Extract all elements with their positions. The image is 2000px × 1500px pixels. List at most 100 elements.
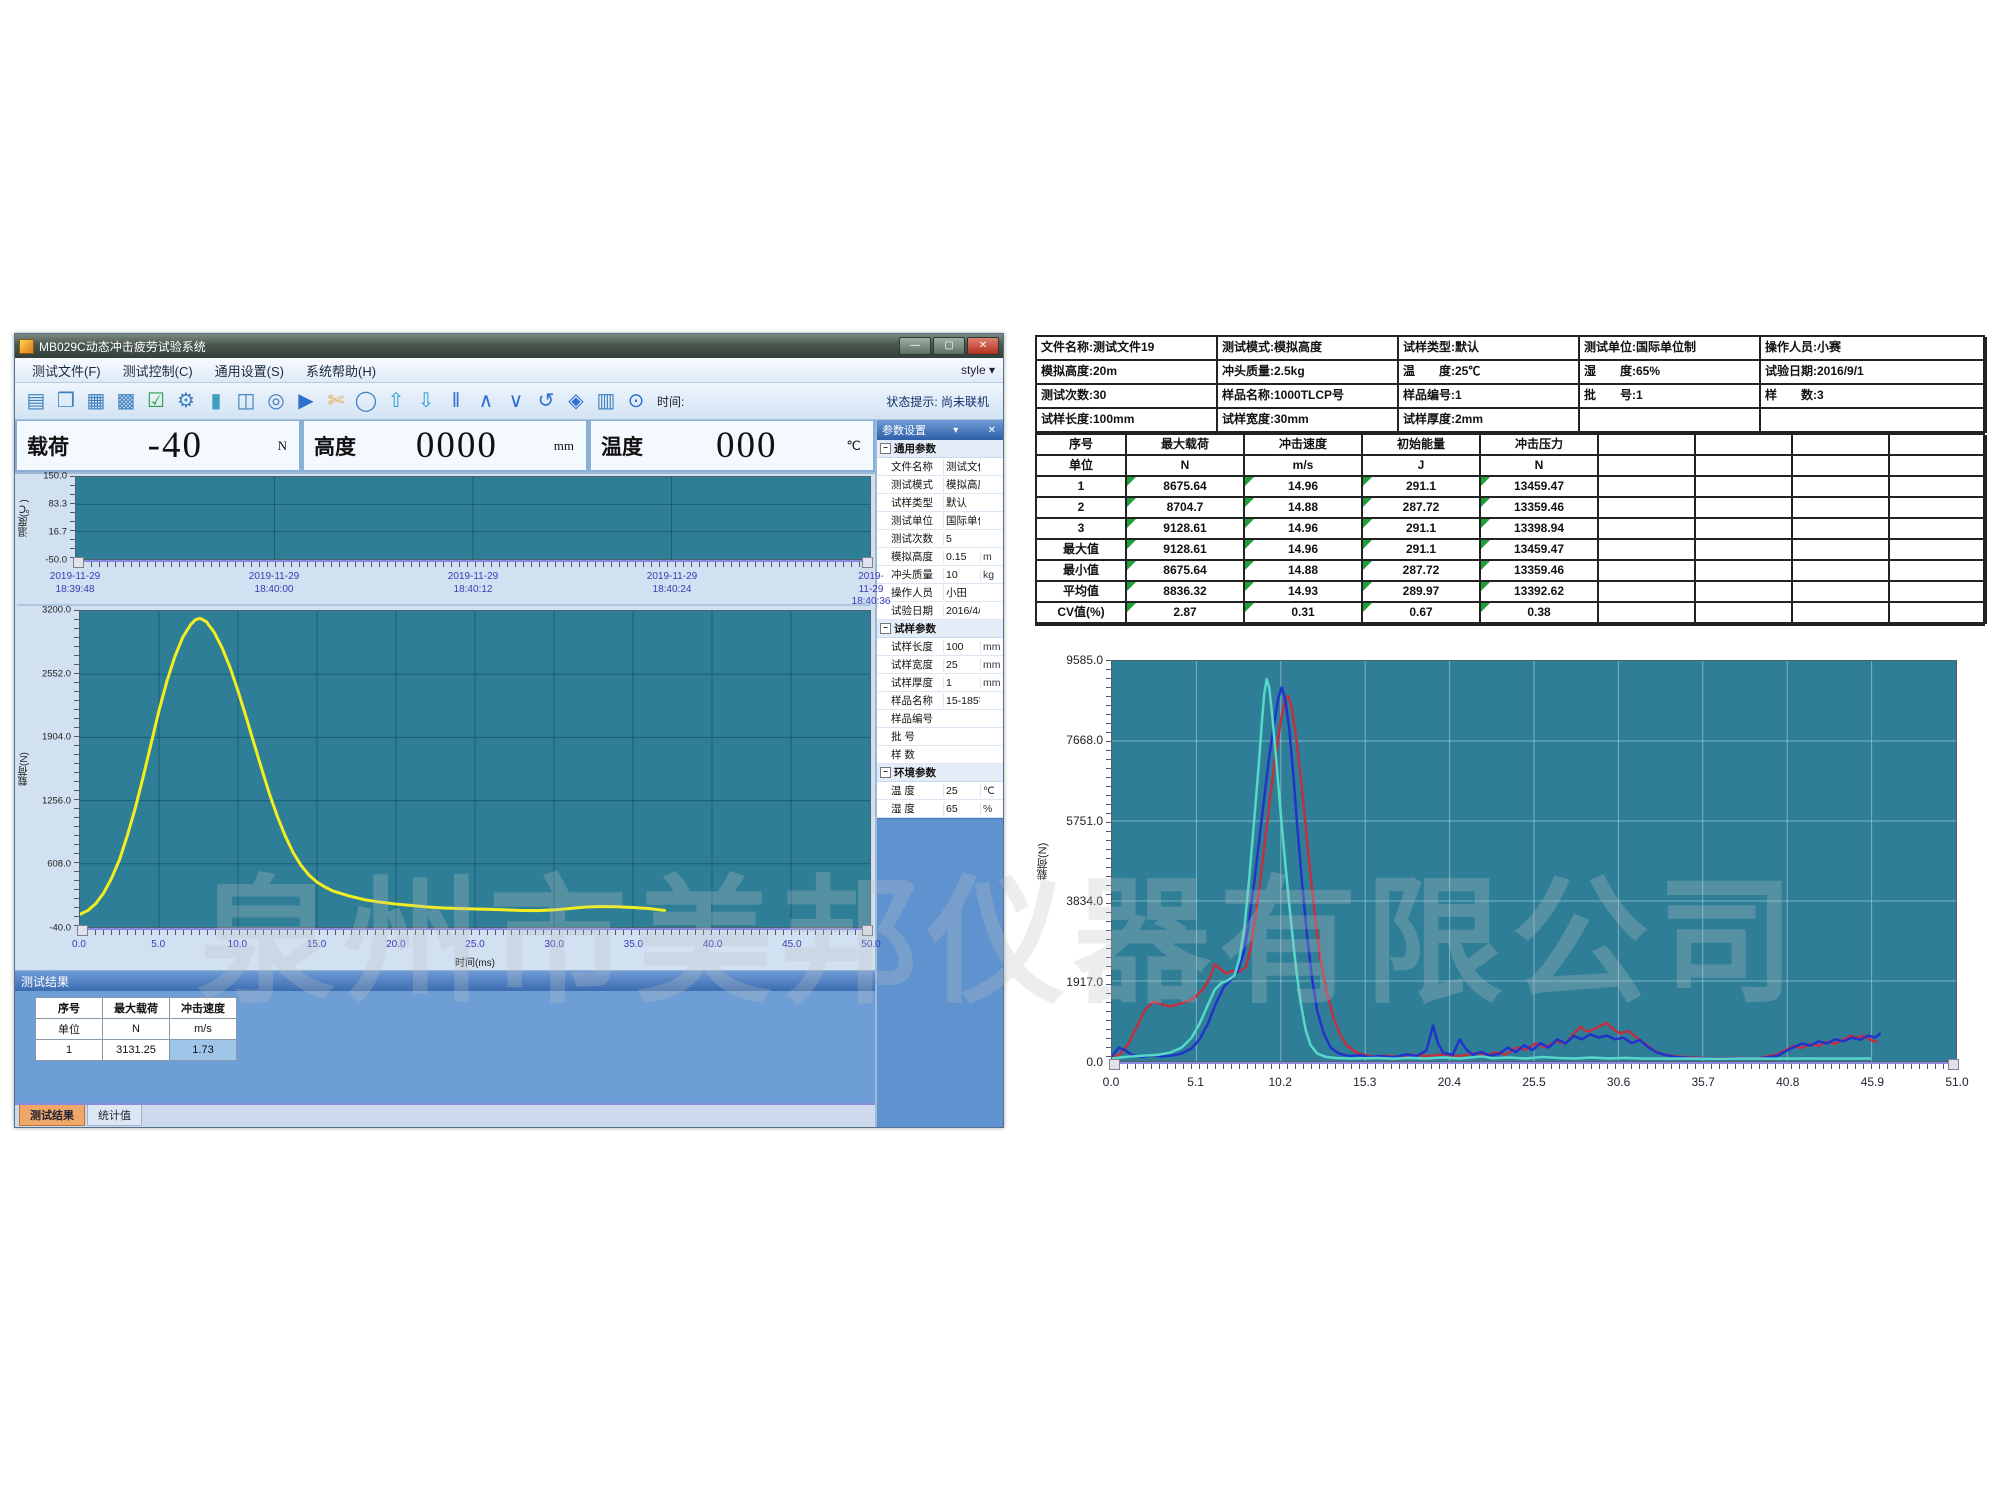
power-icon[interactable]: ⊙	[621, 387, 651, 415]
parameter-row: 测试模式模拟高度	[877, 476, 1003, 494]
report-table-cell: 8836.32	[1127, 582, 1245, 603]
report-table-cell	[1890, 603, 1987, 624]
report-chart-plot	[1111, 660, 1957, 1062]
parameter-value[interactable]: 默认	[943, 495, 980, 510]
report-table-cell	[1793, 456, 1890, 477]
bottom-tab-bar: 测试结果统计值	[15, 1103, 875, 1127]
save-file-icon[interactable]: ▦	[81, 387, 111, 415]
collapse-icon[interactable]: −	[880, 443, 891, 454]
style-dropdown[interactable]: style ▾	[961, 363, 995, 377]
report-table-cell: 1	[1037, 477, 1127, 498]
close-icon[interactable]: ✕	[986, 425, 998, 436]
parameter-value[interactable]: 0.15	[943, 551, 980, 563]
report-table-cell	[1793, 603, 1890, 624]
report-table-cell: 8704.7	[1127, 498, 1245, 519]
results-cell[interactable]: 1.73	[170, 1040, 237, 1061]
y-tick-label: 16.7	[49, 527, 68, 538]
parameter-label: 试样长度	[877, 639, 943, 654]
parameter-value[interactable]: 模拟高度	[943, 477, 980, 492]
collapse-icon[interactable]: −	[880, 767, 891, 778]
parameter-value[interactable]: 5	[943, 533, 980, 545]
results-cell[interactable]: 3131.25	[103, 1040, 170, 1061]
load-chart-axis	[79, 928, 871, 938]
close-button[interactable]: ✕	[967, 337, 999, 355]
axis-scroll-grip-right[interactable]	[862, 925, 873, 936]
axis-scroll-grip-right[interactable]	[862, 557, 873, 568]
panel-icon[interactable]: ▥	[591, 387, 621, 415]
rise-icon[interactable]: ⇧	[381, 387, 411, 415]
parameter-label: 温 度	[877, 783, 943, 798]
parameter-value[interactable]: 小田	[943, 585, 980, 600]
y-tick-label: 9585.0	[1066, 653, 1103, 667]
parameter-label: 湿 度	[877, 801, 943, 816]
pause-icon[interactable]: ‖	[441, 387, 471, 415]
parameter-value[interactable]: 2016/4/20	[943, 605, 980, 617]
axis-scroll-grip-right[interactable]	[1948, 1059, 1959, 1070]
return-icon[interactable]: ↺	[531, 387, 561, 415]
report-info-cell: 测试单位:国际单位制	[1580, 337, 1761, 361]
parameter-row: 模拟高度0.15m	[877, 548, 1003, 566]
parameter-value[interactable]: 1	[943, 677, 980, 689]
sample-icon[interactable]: ▮	[201, 387, 231, 415]
maximize-button[interactable]: ▢	[933, 337, 965, 355]
open-file-icon[interactable]: ❒	[51, 387, 81, 415]
parameter-label: 模拟高度	[877, 549, 943, 564]
parameter-section-header[interactable]: −试样参数	[877, 620, 1003, 638]
axis-scroll-grip-left[interactable]	[1109, 1059, 1120, 1070]
parameter-value[interactable]: 25	[943, 659, 980, 671]
jog-up-icon[interactable]: ∧	[471, 387, 501, 415]
minimize-button[interactable]: —	[899, 337, 931, 355]
parameter-row: 冲头质量10kg	[877, 566, 1003, 584]
results-cell[interactable]: 1	[36, 1040, 103, 1061]
collapse-icon[interactable]: −	[880, 623, 891, 634]
report-table-cell: 2.87	[1127, 603, 1245, 624]
screenshot-stage: MB029C动态冲击疲劳试验系统 — ▢ ✕ 测试文件(F)测试控制(C)通用设…	[0, 0, 2000, 1500]
clean-icon[interactable]: ✄	[321, 387, 351, 415]
lock-icon[interactable]: ◈	[561, 387, 591, 415]
fall-icon[interactable]: ⇩	[411, 387, 441, 415]
menu-item[interactable]: 测试控制(C)	[114, 359, 202, 382]
report-table-cell: 14.93	[1245, 582, 1363, 603]
menu-item[interactable]: 系统帮助(H)	[297, 359, 385, 382]
parameter-section-header[interactable]: −通用参数	[877, 440, 1003, 458]
tab-测试结果[interactable]: 测试结果	[19, 1105, 85, 1126]
menu-item[interactable]: 通用设置(S)	[206, 359, 293, 382]
tab-统计值[interactable]: 统计值	[87, 1105, 142, 1126]
report-data-table: 序号最大载荷冲击速度初始能量冲击压力单位Nm/sJN18675.6414.962…	[1035, 435, 1985, 626]
x-tick-label: 20.4	[1438, 1075, 1461, 1090]
parameter-section-header[interactable]: −环境参数	[877, 764, 1003, 782]
parameter-value[interactable]: 10	[943, 569, 980, 581]
load-chart-xlabels: 0.05.010.015.020.025.030.035.040.045.050…	[79, 938, 871, 954]
parameter-value[interactable]: 65	[943, 803, 980, 815]
device-check-icon[interactable]: ☑	[141, 387, 171, 415]
zero-adjust-icon[interactable]: ◎	[261, 387, 291, 415]
report-table-cell	[1696, 477, 1793, 498]
report-table-cell: 291.1	[1363, 519, 1481, 540]
axis-scroll-grip-left[interactable]	[73, 557, 84, 568]
menu-item[interactable]: 测试文件(F)	[23, 359, 110, 382]
report-table-cell	[1890, 519, 1987, 540]
parameter-value[interactable]: 25	[943, 785, 980, 797]
parameter-value[interactable]: 测试文件1	[943, 459, 980, 474]
x-tick-label: 35.7	[1692, 1075, 1715, 1090]
axis-scroll-grip-left[interactable]	[77, 925, 88, 936]
jog-down-icon[interactable]: ∨	[501, 387, 531, 415]
pin-icon[interactable]: ▾	[951, 425, 960, 436]
new-file-icon[interactable]: ▤	[21, 387, 51, 415]
parameter-label: 样品编号	[877, 711, 943, 726]
start-test-icon[interactable]: ▶	[291, 387, 321, 415]
x-tick-label: 2019-11-29 18:39:48	[50, 571, 100, 596]
report-table-cell: 最大值	[1037, 540, 1127, 561]
readout-载荷: 载荷-40N	[15, 420, 301, 472]
loop-icon[interactable]: ◯	[351, 387, 381, 415]
x-tick-label: 45.0	[782, 939, 801, 952]
readout-label: 高度	[304, 431, 360, 461]
report-info-cell: 测试次数:30	[1037, 385, 1218, 409]
settings-gear-icon[interactable]: ⚙	[171, 387, 201, 415]
display-grid-icon[interactable]: ◫	[231, 387, 261, 415]
report-table-cell	[1793, 540, 1890, 561]
parameter-value[interactable]: 15-185钢丝带	[943, 693, 980, 708]
save-as-icon[interactable]: ▩	[111, 387, 141, 415]
parameter-value[interactable]: 100	[943, 641, 980, 653]
parameter-value[interactable]: 国际单位制	[943, 513, 980, 528]
